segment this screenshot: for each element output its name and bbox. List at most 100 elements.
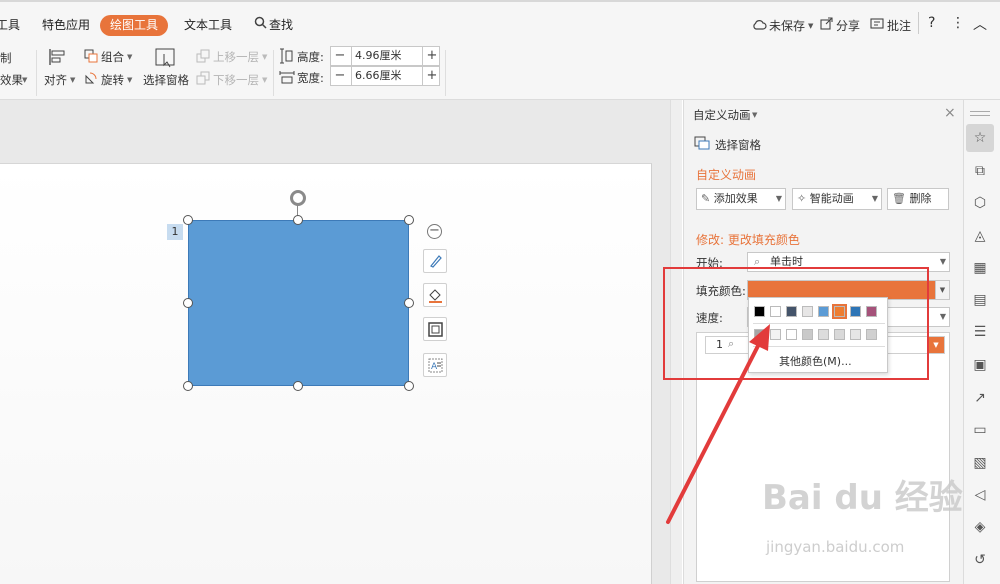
archive-icon[interactable]: ▭ xyxy=(970,420,990,440)
height-decrement-button[interactable]: − xyxy=(331,47,349,65)
smart-animation-label: 智能动画 xyxy=(809,192,854,205)
baidu-watermark-logo: Bai du 经验 xyxy=(762,478,963,518)
history-icon[interactable]: ↺ xyxy=(970,550,990,570)
chevron-down-icon: ▼ xyxy=(70,76,76,84)
unsaved-status[interactable]: 未保存 xyxy=(769,17,805,34)
export-icon[interactable]: ↗ xyxy=(970,388,990,408)
group-icon xyxy=(84,49,98,66)
smart-animation-button[interactable]: ✧ 智能动画 ▼ xyxy=(792,188,882,210)
shapes-icon[interactable]: ⬡ xyxy=(970,193,990,213)
shape-style-button[interactable] xyxy=(423,249,447,273)
chevron-down-icon: ▼ xyxy=(22,76,28,84)
outline-icon xyxy=(428,322,443,340)
copy-icon[interactable]: ⧉ xyxy=(970,161,990,181)
text-box-icon: A xyxy=(428,358,443,376)
tab-drawing-tools[interactable]: 绘图工具 xyxy=(100,15,168,36)
modify-title: 修改: 更改填充颜色 xyxy=(696,233,800,247)
tab-bar: 工具 特色应用 绘图工具 文本工具 查找 未保存 ▼ 分享 批注 ? ⋮ ︿ xyxy=(0,0,1000,46)
resize-handle-ne[interactable] xyxy=(404,215,414,225)
animation-star-icon[interactable]: ☆ xyxy=(970,128,990,148)
shield-icon[interactable]: ◈ xyxy=(970,517,990,537)
audio-icon[interactable]: ◁ xyxy=(970,485,990,505)
animation-order-tag[interactable]: 1 xyxy=(167,224,183,240)
width-increment-button[interactable]: + xyxy=(423,67,441,85)
height-stepper[interactable]: − 4.96厘米 + xyxy=(330,46,440,66)
width-stepper[interactable]: − 6.66厘米 + xyxy=(330,66,440,86)
panel-header[interactable]: 自定义动画 xyxy=(693,107,751,123)
gallery-icon[interactable]: ▣ xyxy=(970,355,990,375)
select-pane-icon xyxy=(694,136,710,153)
strip-menu-icon[interactable] xyxy=(970,111,990,112)
comment-icon xyxy=(870,17,884,33)
pencil-icon: ✎ xyxy=(701,192,711,205)
chevron-down-icon: ▼ xyxy=(775,194,782,203)
ribbon-partial-item-1[interactable]: 制 xyxy=(0,50,12,66)
add-effect-button[interactable]: ✎ 添加效果 ▼ xyxy=(696,188,786,210)
collapse-ribbon-button[interactable]: ︿ xyxy=(973,14,987,34)
tab-tools-partial[interactable]: 工具 xyxy=(0,16,20,33)
divider xyxy=(918,12,919,34)
more-button[interactable]: ⋮ xyxy=(951,15,965,31)
star-icon: ✧ xyxy=(797,192,807,205)
send-backward-button[interactable]: 下移一层 xyxy=(213,72,259,88)
align-button[interactable]: 对齐 xyxy=(44,72,67,88)
width-label: 宽度: xyxy=(297,71,324,85)
width-decrement-button[interactable]: − xyxy=(331,67,349,85)
height-input[interactable]: 4.96厘米 xyxy=(351,47,423,65)
layers-icon[interactable]: ◬ xyxy=(970,226,990,246)
image-icon[interactable]: ▧ xyxy=(970,453,990,473)
strip-menu-line xyxy=(970,115,990,116)
resize-handle-s[interactable] xyxy=(293,381,303,391)
select-pane-icon xyxy=(155,48,177,71)
table-icon[interactable]: ▤ xyxy=(970,290,990,310)
resize-handle-nw[interactable] xyxy=(183,215,193,225)
select-pane-button[interactable]: 选择窗格 xyxy=(143,72,189,88)
ribbon-partial-effect[interactable]: 效果 xyxy=(0,72,23,88)
resize-handle-n[interactable] xyxy=(293,215,303,225)
rotate-button[interactable]: 旋转 xyxy=(101,72,124,88)
resize-handle-sw[interactable] xyxy=(183,381,193,391)
comment-button[interactable]: 批注 xyxy=(887,17,911,34)
close-icon[interactable]: × xyxy=(944,105,956,121)
chevron-down-icon: ▼ xyxy=(939,312,946,321)
rotate-icon xyxy=(84,71,98,88)
collapse-float-toolbar-button[interactable]: − xyxy=(427,224,442,239)
help-button[interactable]: ? xyxy=(928,15,935,31)
ribbon-separator xyxy=(445,50,446,96)
rotate-handle[interactable] xyxy=(290,190,306,206)
text-wrap-button[interactable]: A xyxy=(423,353,447,377)
chevron-down-icon[interactable]: ▼ xyxy=(928,337,944,353)
chevron-down-icon: ▼ xyxy=(127,76,133,84)
height-increment-button[interactable]: + xyxy=(423,47,441,65)
resize-handle-e[interactable] xyxy=(404,298,414,308)
search-icon xyxy=(254,16,267,32)
search-button[interactable]: 查找 xyxy=(269,16,293,33)
tab-text-tools[interactable]: 文本工具 xyxy=(184,16,232,33)
chevron-down-icon: ▼ xyxy=(871,194,878,203)
brush-icon xyxy=(428,253,444,272)
resize-handle-w[interactable] xyxy=(183,298,193,308)
trash-icon: 🗑 xyxy=(892,192,906,205)
rectangle-shape[interactable] xyxy=(188,220,409,386)
grid-icon[interactable]: ▦ xyxy=(970,258,990,278)
chevron-down-icon: ▼ xyxy=(262,76,268,84)
height-label: 高度: xyxy=(297,50,324,64)
bring-forward-button[interactable]: 上移一层 xyxy=(213,49,259,65)
group-button[interactable]: 组合 xyxy=(101,49,124,65)
chevron-down-icon: ▼ xyxy=(127,53,133,61)
send-backward-icon xyxy=(196,71,210,88)
resize-handle-se[interactable] xyxy=(404,381,414,391)
width-input[interactable]: 6.66厘米 xyxy=(351,67,423,85)
delete-button[interactable]: 🗑 删除 xyxy=(887,188,949,210)
chevron-down-icon: ▼ xyxy=(262,53,268,61)
share-button[interactable]: 分享 xyxy=(836,17,860,34)
outline-button[interactable] xyxy=(423,317,447,341)
ribbon-separator xyxy=(273,50,274,96)
tab-special-apps[interactable]: 特色应用 xyxy=(42,16,90,33)
select-pane-link[interactable]: 选择窗格 xyxy=(715,137,761,153)
ribbon: 制 效果 ▼ 对齐 ▼ 组合 ▼ 旋转 ▼ 选择窗格 上移一层 ▼ 下移一层 ▼… xyxy=(0,46,1000,100)
fill-color-button[interactable] xyxy=(423,283,447,307)
sliders-icon[interactable]: ☰ xyxy=(970,322,990,342)
chevron-down-icon[interactable]: ▼ xyxy=(935,281,949,299)
chevron-down-icon: ▼ xyxy=(752,111,758,119)
